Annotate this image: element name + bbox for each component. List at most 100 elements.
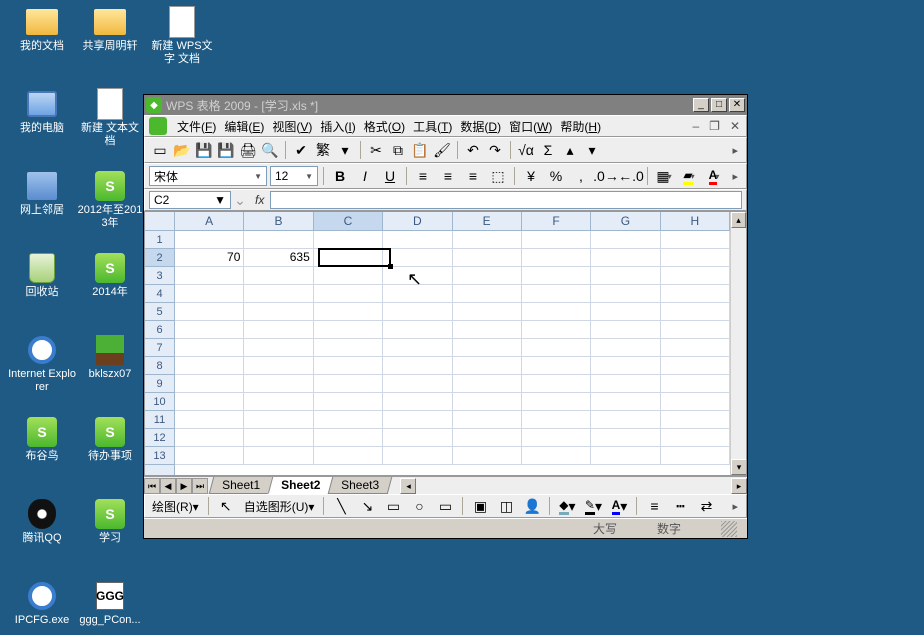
cell-A3[interactable] [175, 267, 244, 285]
cell-C9[interactable] [314, 375, 383, 393]
cell-C11[interactable] [314, 411, 383, 429]
desktop-icon-新建 WPS文字 文档[interactable]: 新建 WPS文字 文档 [148, 6, 216, 66]
cell-H3[interactable] [661, 267, 730, 285]
menu-i[interactable]: 插入(I) [316, 116, 359, 137]
sheet-first-button[interactable]: ⏮ [144, 478, 160, 494]
paste-button[interactable]: 📋 [409, 139, 431, 161]
cell-C5[interactable] [314, 303, 383, 321]
sheet-tab-sheet2[interactable]: Sheet2 [268, 477, 334, 494]
title-bar[interactable]: ◆ WPS 表格 2009 - [学习.xls *] _ □ ✕ [144, 95, 747, 115]
cell-E10[interactable] [453, 393, 522, 411]
cell-H5[interactable] [661, 303, 730, 321]
cell-F9[interactable] [522, 375, 591, 393]
bold-button[interactable]: B [329, 165, 351, 187]
cell-A12[interactable] [175, 429, 244, 447]
cell-C13[interactable] [314, 447, 383, 465]
cell-E1[interactable] [453, 231, 522, 249]
cell-A7[interactable] [175, 339, 244, 357]
cell-H2[interactable] [661, 249, 730, 267]
print-button[interactable]: 🖨 [237, 139, 259, 161]
cell-D8[interactable] [383, 357, 452, 375]
cell-F7[interactable] [522, 339, 591, 357]
cell-A9[interactable] [175, 375, 244, 393]
cell-E4[interactable] [453, 285, 522, 303]
scroll-up-button[interactable]: ▴ [731, 212, 746, 228]
cell-F6[interactable] [522, 321, 591, 339]
spell-button[interactable]: ✔ [290, 139, 312, 161]
sheet-next-button[interactable]: ▶ [176, 478, 192, 494]
desktop-icon-待办事项[interactable]: S待办事项 [76, 416, 144, 463]
desktop-icon-2012年至2013年[interactable]: S2012年至2013年 [76, 170, 144, 230]
cell-F12[interactable] [522, 429, 591, 447]
name-box[interactable]: C2 ▼ [149, 191, 231, 209]
cell-D13[interactable] [383, 447, 452, 465]
cell-D11[interactable] [383, 411, 452, 429]
cell-H1[interactable] [661, 231, 730, 249]
row-header-5[interactable]: 5 [145, 303, 174, 321]
desktop-icon-腾讯QQ[interactable]: 腾讯QQ [8, 498, 76, 545]
maximize-button[interactable]: □ [711, 98, 727, 112]
cell-F4[interactable] [522, 285, 591, 303]
cell-A13[interactable] [175, 447, 244, 465]
cell-H10[interactable] [661, 393, 730, 411]
col-header-C[interactable]: C [314, 212, 383, 230]
cell-C4[interactable] [314, 285, 383, 303]
desktop-icon-Internet Explorer[interactable]: Internet Explorer [8, 334, 76, 394]
fx-reject-icon[interactable]: ⌄ [231, 189, 249, 211]
save-all-button[interactable]: 💾 [215, 139, 237, 161]
cell-A8[interactable] [175, 357, 244, 375]
cell-C6[interactable] [314, 321, 383, 339]
line-tool[interactable]: ╲ [330, 495, 352, 517]
cell-D3[interactable] [383, 267, 452, 285]
doc-restore-button[interactable]: ❐ [707, 119, 722, 133]
cell-D1[interactable] [383, 231, 452, 249]
preview-button[interactable]: 🔍 [259, 139, 281, 161]
lang-button[interactable]: ▾ [334, 139, 356, 161]
menu-v[interactable]: 视图(V) [268, 116, 316, 137]
cell-E2[interactable] [453, 249, 522, 267]
app-menu-icon[interactable] [149, 117, 167, 135]
cell-G6[interactable] [591, 321, 660, 339]
oval-tool[interactable]: ○ [408, 495, 430, 517]
cell-A11[interactable] [175, 411, 244, 429]
formula-input[interactable] [270, 191, 742, 209]
cell-B5[interactable] [244, 303, 313, 321]
cell-E3[interactable] [453, 267, 522, 285]
menu-t[interactable]: 工具(T) [409, 116, 456, 137]
autoshape-menu[interactable]: 自选图形(U)▾ [241, 498, 318, 515]
vertical-scrollbar[interactable]: ▴ ▾ [730, 212, 746, 475]
row-header-11[interactable]: 11 [145, 411, 174, 429]
desktop-icon-学习[interactable]: S学习 [76, 498, 144, 545]
cell-G7[interactable] [591, 339, 660, 357]
cell-D7[interactable] [383, 339, 452, 357]
menu-e[interactable]: 编辑(E) [220, 116, 268, 137]
menu-f[interactable]: 文件(F) [173, 116, 220, 137]
fill-color-tool[interactable]: ◆▾ [556, 495, 578, 517]
cell-F1[interactable] [522, 231, 591, 249]
cell-F2[interactable] [522, 249, 591, 267]
sort-asc-button[interactable]: ▴ [559, 139, 581, 161]
cell-H11[interactable] [661, 411, 730, 429]
desktop-icon-布谷鸟[interactable]: S布谷鸟 [8, 416, 76, 463]
cell-E7[interactable] [453, 339, 522, 357]
cell-D10[interactable] [383, 393, 452, 411]
new-button[interactable]: ▭ [149, 139, 171, 161]
cell-B2[interactable]: 635 [244, 249, 313, 267]
menu-h[interactable]: 帮助(H) [556, 116, 605, 137]
desktop-icon-2014年[interactable]: S2014年 [76, 252, 144, 299]
row-header-8[interactable]: 8 [145, 357, 174, 375]
cell-B8[interactable] [244, 357, 313, 375]
desktop-icon-共享周明轩[interactable]: 共享周明轩 [76, 6, 144, 53]
font-color-button[interactable]: A▾ [703, 165, 725, 187]
cell-E12[interactable] [453, 429, 522, 447]
cell-C7[interactable] [314, 339, 383, 357]
cell-H4[interactable] [661, 285, 730, 303]
col-header-H[interactable]: H [661, 212, 730, 230]
menu-o[interactable]: 格式(O) [360, 116, 409, 137]
textbox-tool[interactable]: ▭ [434, 495, 456, 517]
horizontal-scrollbar[interactable]: ◂ ▸ [400, 478, 747, 494]
doc-minimize-button[interactable]: – [690, 119, 701, 133]
cell-F5[interactable] [522, 303, 591, 321]
cell-B9[interactable] [244, 375, 313, 393]
desktop-icon-IPCFG.exe[interactable]: IPCFG.exe [8, 580, 76, 627]
